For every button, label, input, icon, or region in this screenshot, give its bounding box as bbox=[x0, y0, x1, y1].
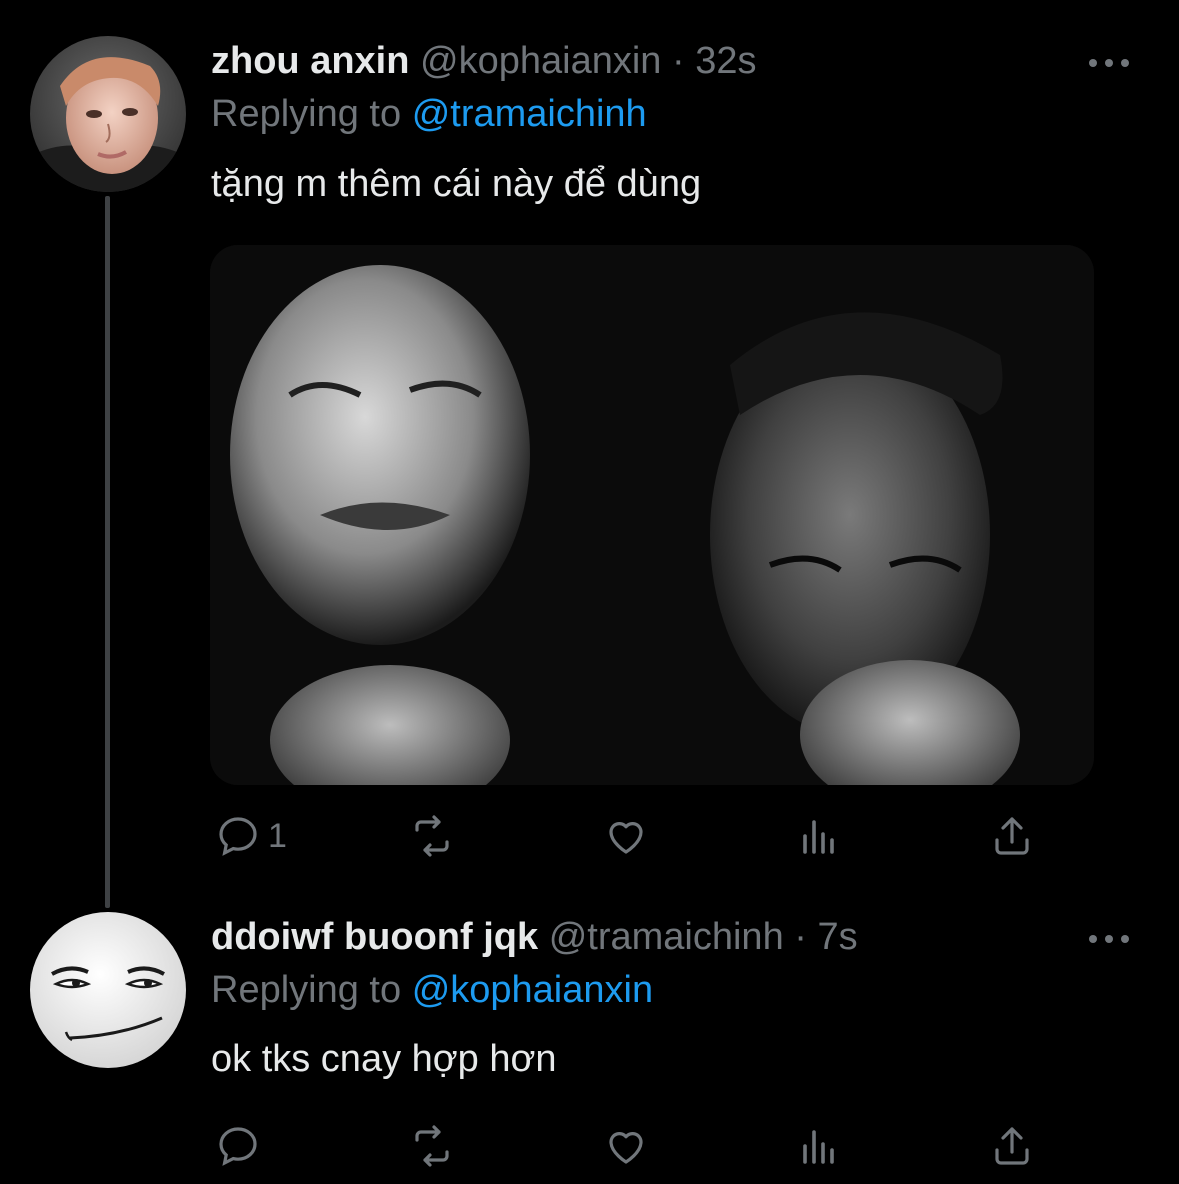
analytics-icon bbox=[803, 820, 834, 854]
tweet-header: zhou anxin @kophaianxin · 32s bbox=[211, 38, 756, 84]
tweet-actions: 1 bbox=[0, 806, 1179, 866]
separator: · bbox=[671, 40, 685, 82]
handle[interactable]: @kophaianxin bbox=[420, 40, 661, 82]
meme-face-icon bbox=[30, 912, 186, 1068]
profile-photo-icon bbox=[30, 36, 186, 192]
retweet-button[interactable] bbox=[408, 806, 456, 866]
avatar[interactable] bbox=[30, 912, 186, 1068]
tweet-header: ddoiwf buoonf jqk @tramaichinh · 7s bbox=[211, 914, 858, 960]
tweet-2[interactable]: ddoiwf buoonf jqk @tramaichinh · 7s Repl… bbox=[0, 890, 1179, 1184]
tweet-1[interactable]: zhou anxin @kophaianxin · 32s Replying t… bbox=[0, 0, 1179, 890]
analytics-button[interactable] bbox=[796, 1116, 844, 1176]
replying-to-mention[interactable]: @tramaichinh bbox=[412, 93, 647, 135]
timestamp[interactable]: 32s bbox=[695, 40, 756, 82]
tweet-text: ok tks cnay hợp hơn bbox=[211, 1038, 557, 1080]
tweet-media[interactable] bbox=[210, 245, 1094, 785]
heart-icon bbox=[609, 822, 643, 854]
display-name[interactable]: zhou anxin bbox=[211, 40, 409, 82]
separator: · bbox=[794, 916, 807, 958]
retweet-icon bbox=[415, 815, 449, 857]
reply-icon bbox=[219, 817, 257, 856]
reply-icon bbox=[219, 1127, 257, 1166]
more-options-icon[interactable] bbox=[1089, 932, 1129, 946]
share-button[interactable] bbox=[988, 806, 1036, 866]
replying-prefix: Replying to bbox=[211, 969, 402, 1011]
retweet-button[interactable] bbox=[408, 1116, 456, 1176]
like-button[interactable] bbox=[602, 1116, 650, 1176]
analytics-icon bbox=[803, 1130, 834, 1164]
analytics-button[interactable] bbox=[796, 806, 844, 866]
timestamp[interactable]: 7s bbox=[817, 916, 857, 958]
reply-button[interactable]: 1 bbox=[214, 806, 287, 866]
photo-two-people-icon bbox=[210, 245, 1094, 785]
share-icon bbox=[995, 817, 1029, 855]
heart-icon bbox=[609, 1132, 643, 1164]
replying-to-mention[interactable]: @kophaianxin bbox=[412, 969, 653, 1011]
reply-button[interactable] bbox=[214, 1116, 268, 1176]
tweet-actions bbox=[0, 1116, 1179, 1176]
retweet-icon bbox=[415, 1125, 449, 1167]
replying-to-line: Replying to @kophaianxin bbox=[211, 967, 653, 1013]
reply-count: 1 bbox=[268, 816, 287, 855]
display-name[interactable]: ddoiwf buoonf jqk bbox=[211, 916, 538, 958]
share-icon bbox=[995, 1127, 1029, 1165]
replying-prefix: Replying to bbox=[211, 93, 402, 135]
tweet-text: tặng m thêm cái này để dùng bbox=[211, 163, 702, 205]
share-button[interactable] bbox=[988, 1116, 1036, 1176]
handle[interactable]: @tramaichinh bbox=[549, 916, 784, 958]
replying-to-line: Replying to @tramaichinh bbox=[211, 91, 647, 137]
avatar[interactable] bbox=[30, 36, 186, 192]
like-button[interactable] bbox=[602, 806, 650, 866]
more-options-icon[interactable] bbox=[1089, 56, 1129, 70]
